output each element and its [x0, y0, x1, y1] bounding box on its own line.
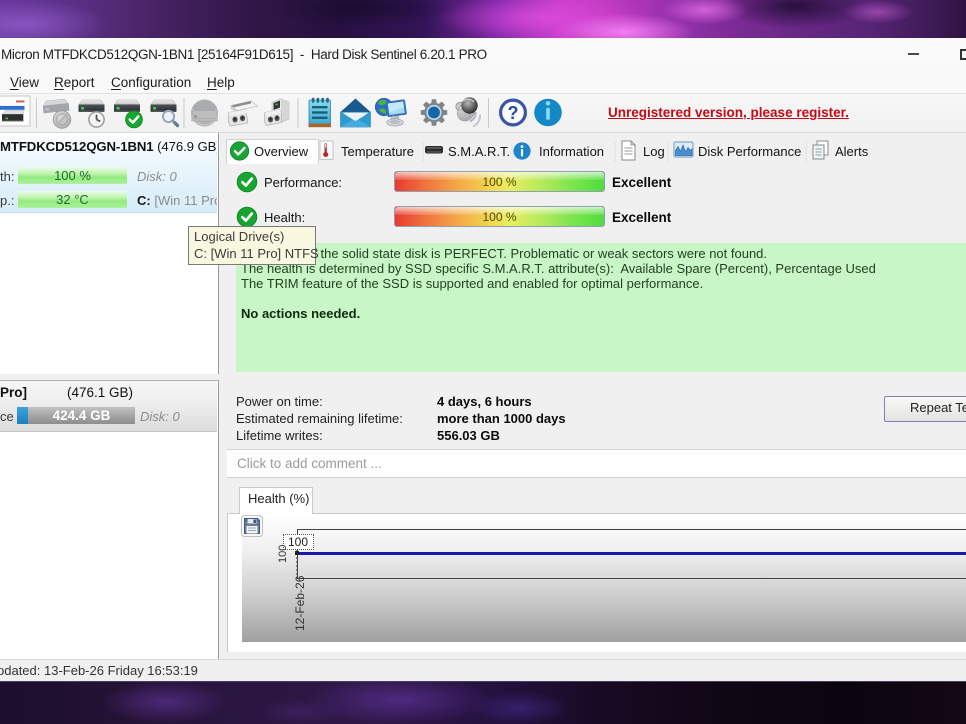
svg-text:?: ? — [508, 103, 519, 123]
